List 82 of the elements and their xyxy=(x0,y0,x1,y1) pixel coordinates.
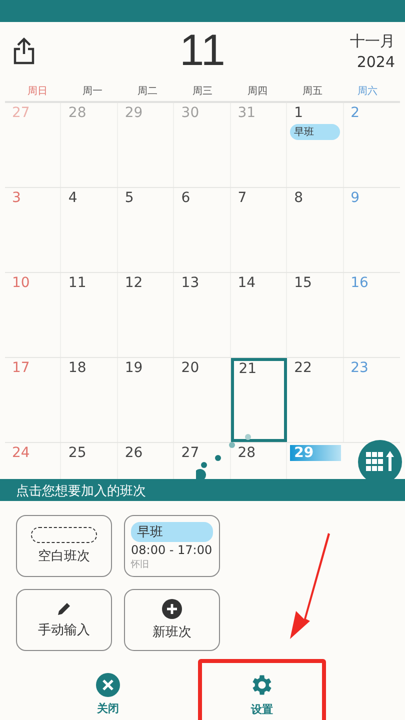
day-number: 6 xyxy=(180,190,192,206)
day-number: 14 xyxy=(236,275,257,291)
day-number: 10 xyxy=(11,275,31,291)
day-number: 27 xyxy=(11,105,31,121)
shift-option[interactable]: 空白班次 xyxy=(16,515,112,577)
close-icon xyxy=(96,672,120,696)
weekday-label: 周日 xyxy=(26,84,48,98)
day-cell[interactable]: 7 xyxy=(230,188,288,272)
option-label: 空白班次 xyxy=(38,548,90,565)
day-number: 20 xyxy=(180,360,200,376)
day-number: 2 xyxy=(350,105,360,121)
shift-option[interactable]: 手动输入 xyxy=(16,589,112,651)
shift-tag: 早班 xyxy=(290,124,340,140)
day-cell[interactable]: 20 xyxy=(174,358,231,442)
day-cell[interactable]: 14 xyxy=(230,273,288,357)
dashed-pill-icon xyxy=(31,527,97,543)
share-icon[interactable] xyxy=(13,37,35,65)
weekday-label: 周三 xyxy=(192,84,214,98)
day-number: 7 xyxy=(236,190,248,206)
day-number: 22 xyxy=(293,360,313,376)
day-cell[interactable]: 4 xyxy=(61,188,118,272)
day-cell[interactable]: 22 xyxy=(287,358,344,442)
shift-note: 怀旧 xyxy=(131,558,149,570)
day-cell[interactable]: 19 xyxy=(118,358,174,442)
day-number: 5 xyxy=(124,190,135,206)
option-label: 手动输入 xyxy=(38,622,90,639)
day-number: 30 xyxy=(180,105,200,121)
day-number: 29 xyxy=(290,445,341,461)
day-number: 18 xyxy=(67,360,88,376)
day-number: 17 xyxy=(11,360,31,376)
weekday-label: 周一 xyxy=(82,84,104,98)
day-number: 1 xyxy=(293,105,304,121)
day-number: 21 xyxy=(238,361,258,377)
day-cell[interactable]: 8 xyxy=(287,188,344,272)
plus-icon xyxy=(162,599,182,619)
day-cell[interactable]: 5 xyxy=(118,188,174,272)
grid-up-icon[interactable] xyxy=(358,440,402,479)
day-cell[interactable]: 6 xyxy=(174,188,231,272)
day-number: 11 xyxy=(67,275,88,291)
weekday-label: 周四 xyxy=(246,84,268,98)
day-number: 4 xyxy=(67,190,78,206)
day-number: 27 xyxy=(180,445,200,461)
day-cell[interactable]: 11 xyxy=(61,273,118,357)
day-number: 8 xyxy=(293,190,304,206)
day-number: 19 xyxy=(124,360,144,376)
shift-option[interactable]: 早班 08:00 - 17:00 怀旧 xyxy=(124,515,220,577)
day-number: 28 xyxy=(67,105,88,121)
day-cell[interactable]: 13 xyxy=(174,273,231,357)
weekday-label: 周五 xyxy=(302,84,324,98)
shift-time: 08:00 - 17:00 xyxy=(131,542,212,556)
day-cell[interactable]: 18 xyxy=(61,358,118,442)
day-number: 23 xyxy=(350,360,370,376)
day-number: 24 xyxy=(11,445,31,461)
year-label: 2024 xyxy=(356,52,395,70)
pencil-icon xyxy=(56,601,72,617)
day-cell[interactable]: 15 xyxy=(287,273,344,357)
instruction-banner: 点击您想要加入的班次 xyxy=(0,479,405,501)
weekday-label: 周二 xyxy=(136,84,158,98)
day-number: 28 xyxy=(236,445,257,461)
action-label: 关闭 xyxy=(97,700,119,716)
day-cell[interactable]: 12 xyxy=(118,273,174,357)
day-number: 13 xyxy=(180,275,200,291)
day-number: 12 xyxy=(124,275,144,291)
option-label: 新班次 xyxy=(152,624,192,641)
day-cell[interactable]: 1 早班 xyxy=(287,103,344,187)
day-number: 3 xyxy=(11,190,22,206)
month-number: 11 xyxy=(178,26,226,76)
day-number: 26 xyxy=(124,445,144,461)
shift-name: 早班 xyxy=(131,522,213,542)
day-number: 15 xyxy=(293,275,313,291)
weekday-label: 周六 xyxy=(356,84,378,98)
action-label: 设置 xyxy=(251,702,273,716)
day-number: 16 xyxy=(350,275,370,291)
day-number: 29 xyxy=(124,105,144,121)
shift-option[interactable]: 新班次 xyxy=(124,589,220,651)
close-button[interactable]: 关闭 xyxy=(68,659,148,720)
settings-button[interactable]: 设置 xyxy=(198,659,326,720)
day-number: 25 xyxy=(67,445,88,461)
day-number: 9 xyxy=(350,190,360,206)
month-name: 十一月 xyxy=(350,32,395,50)
day-number: 31 xyxy=(236,105,257,121)
day-cell[interactable]: 21 xyxy=(230,358,288,442)
